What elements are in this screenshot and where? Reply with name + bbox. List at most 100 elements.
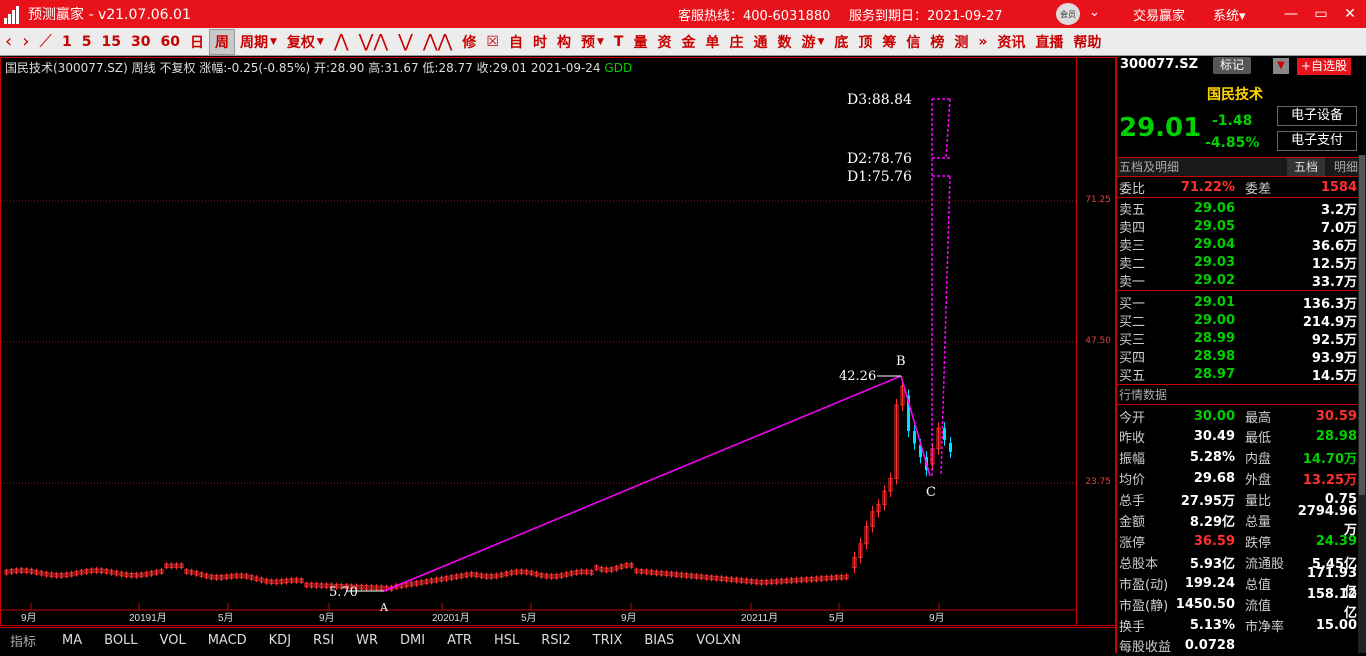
indicator-tab[interactable]: MA [62,633,82,648]
structure-button[interactable]: 构 [552,29,576,55]
indicator-tab[interactable]: DMI [400,633,425,648]
stat-label: 内盘 [1245,452,1272,468]
back-button[interactable]: ‹ [0,29,17,55]
add-watchlist-button[interactable]: +自选股 [1297,58,1351,75]
indicator-tab[interactable]: KDJ [269,633,291,648]
stat-value: 5.13% [1189,617,1235,633]
buy-level-row: 买四 28.98 93.9万 [1119,347,1359,367]
data-button[interactable]: 数 [772,29,796,55]
bottom-button[interactable]: 底 [829,29,853,55]
period-day-label: 日 [189,34,204,51]
self-button[interactable]: 自 [504,29,528,55]
scrollbar[interactable] [1358,155,1366,653]
maximize-button[interactable]: ▭ [1311,4,1331,24]
avatar[interactable]: 会员 [1056,3,1080,25]
indicator-tab[interactable]: TRIX [593,633,623,648]
trade-button[interactable]: 交易赢家 [1133,5,1185,24]
forward-button[interactable]: › [17,29,34,55]
x-tick-label: 5月 [218,612,234,624]
period-60[interactable]: 60 [155,29,184,55]
top-button[interactable]: 顶 [853,29,877,55]
period-30[interactable]: 30 [126,29,155,55]
stat-row: 换手 5.13% 市净率 15.00 [1119,615,1359,635]
adjust-menu[interactable]: 复权 ▼ [282,29,329,55]
modify-button-label: 修 [462,34,477,51]
period-day[interactable]: 日 [185,29,209,55]
indicator-tab[interactable]: RSI2 [541,633,570,648]
pattern-3-icon[interactable]: ⋁ [393,29,418,55]
chart-label-b-val: 42.26 [839,369,876,384]
period-5[interactable]: 5 [77,29,97,55]
volume-button-label: 量 [633,34,648,51]
sector-tag[interactable]: 电子支付 [1277,131,1357,151]
live-button[interactable]: 直播 [1030,29,1068,55]
indicator-tab[interactable]: MACD [208,633,247,648]
indicator-label: 指标 [10,635,37,650]
volume-button[interactable]: 量 [628,29,652,55]
close-button[interactable]: ✕ [1340,4,1360,24]
modify-button[interactable]: 修 [457,29,481,55]
channel-button[interactable]: 通 [748,29,772,55]
sector-tag[interactable]: 电子设备 [1277,106,1357,126]
chart-label-d1: D1:75.76 [847,169,912,185]
news-button[interactable]: 资讯 [992,29,1030,55]
test-button[interactable]: 测 [949,29,973,55]
level-price: 28.98 [1193,349,1235,365]
chips-button[interactable]: 筹 [877,29,901,55]
delete-icon[interactable]: ☒ [481,29,504,55]
indicator-tab[interactable]: ATR [447,633,472,648]
minimize-button[interactable]: — [1281,4,1301,24]
chevron-down-icon[interactable]: ⌄ [1089,5,1100,20]
indicator-tab[interactable]: RSI [313,633,334,648]
stat-label: 金额 [1119,515,1146,530]
indicator-tab[interactable]: VOL [160,633,186,648]
bookmark-icon[interactable]: ▼ [1273,58,1289,74]
time-button[interactable]: 时 [528,29,552,55]
system-menu[interactable]: 系统▾ [1213,5,1246,24]
stat-row: 今开 30.00 最高 30.59 [1119,406,1359,426]
stat-value: 29.68 [1193,471,1235,487]
channel-button-label: 通 [753,34,768,51]
rank-button[interactable]: 榜 [925,29,949,55]
help-button[interactable]: 帮助 [1068,29,1106,55]
swim-menu[interactable]: 游 ▼ [796,29,829,55]
tag-button[interactable]: 标记 [1213,57,1251,74]
order-button[interactable]: 单 [700,29,724,55]
line-icon[interactable]: ⟋ [34,29,57,55]
period-1[interactable]: 1 [57,29,77,55]
level-volume: 93.9万 [1311,351,1357,367]
pattern-2-icon[interactable]: ⋁⋀ [354,29,394,55]
predict-menu[interactable]: 预 ▼ [576,29,609,55]
level-price: 29.05 [1193,218,1235,234]
pattern-4-icon[interactable]: ⋀⋀ [418,29,458,55]
stat-value: 15.00 [1315,617,1357,633]
chart-label-b: B [896,354,906,369]
tab-five-levels[interactable]: 五档 [1287,158,1325,176]
funds-button[interactable]: 资 [652,29,676,55]
pattern-1-icon[interactable]: ⋀ [329,29,354,55]
dealer-button[interactable]: 庄 [724,29,748,55]
t-button[interactable]: T [609,29,629,55]
indicator-tab[interactable]: VOLXN [696,633,741,648]
order-button-label: 单 [705,34,720,51]
period-15[interactable]: 15 [97,29,126,55]
stat-row: 均价 29.68 外盘 13.25万 [1119,469,1359,489]
period-menu[interactable]: 周期 ▼ [235,29,282,55]
back-button-label: ‹ [5,31,13,52]
more-button[interactable]: » [973,29,992,55]
period-15-label: 15 [101,33,121,50]
indicator-tab[interactable]: BIAS [644,633,674,648]
stat-value: 28.98 [1315,429,1357,445]
stat-value: 27.95万 [1180,494,1235,510]
indicator-tab[interactable]: WR [356,633,378,648]
level-label: 卖三 [1119,238,1146,254]
scrollbar-thumb[interactable] [1359,155,1365,495]
price-tick: 71.25 [1085,195,1111,205]
price-tick: 47.50 [1085,336,1111,346]
gold-button[interactable]: 金 [676,29,700,55]
kline-chart[interactable]: 国民技术(300077.SZ) 周线 不复权 涨幅:-0.25(-0.85%) … [0,57,1077,626]
indicator-tab[interactable]: BOLL [104,633,137,648]
indicator-tab[interactable]: HSL [494,633,519,648]
signal-button[interactable]: 信 [901,29,925,55]
period-week[interactable]: 周 [208,28,235,55]
